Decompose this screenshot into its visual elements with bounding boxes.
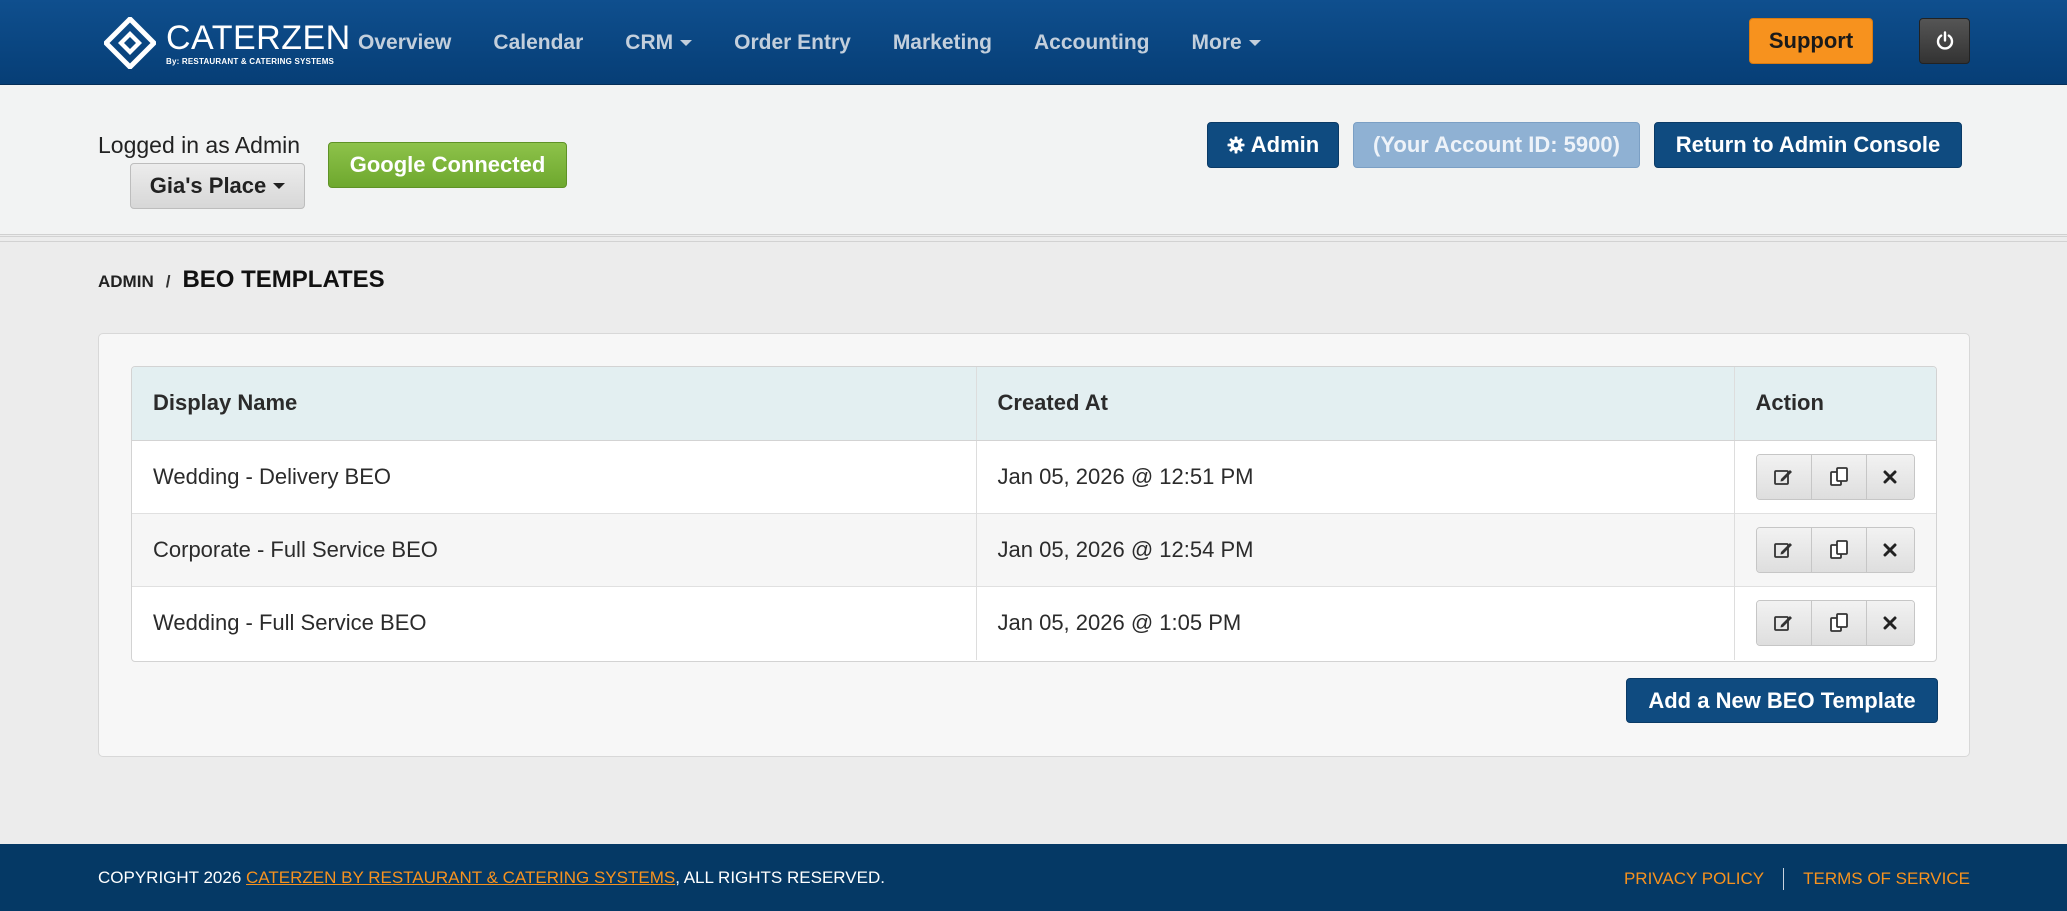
- nav-item-calendar[interactable]: Calendar: [493, 31, 583, 55]
- delete-button[interactable]: [1866, 454, 1914, 499]
- delete-button[interactable]: [1866, 527, 1914, 572]
- nav-item-label: Accounting: [1034, 30, 1150, 54]
- nav-item-more[interactable]: More: [1192, 31, 1261, 55]
- copy-icon: [1829, 539, 1848, 559]
- table-header-row: Display Name Created At Action: [132, 367, 1936, 441]
- edit-icon: [1773, 469, 1792, 485]
- table-row: Wedding - Full Service BEO Jan 05, 2026 …: [132, 586, 1936, 660]
- copyright-prefix: COPYRIGHT 2026: [98, 868, 247, 887]
- caret-down-icon: [1248, 39, 1261, 46]
- admin-button[interactable]: Admin: [1207, 122, 1339, 168]
- edit-button[interactable]: [1756, 601, 1812, 646]
- support-button[interactable]: Support: [1749, 18, 1873, 64]
- google-connected-button[interactable]: Google Connected: [328, 142, 567, 188]
- nav-item-marketing[interactable]: Marketing: [893, 31, 992, 55]
- template-display-name: Wedding - Delivery BEO: [132, 440, 977, 513]
- action-button-group: [1755, 600, 1915, 647]
- nav-item-label: Calendar: [493, 30, 584, 54]
- footer: COPYRIGHT 2026 CATERZEN BY RESTAURANT & …: [0, 844, 2067, 911]
- logged-in-label: Logged in as Admin: [98, 132, 301, 158]
- template-created-at: Jan 05, 2026 @ 12:51 PM: [976, 440, 1735, 513]
- beo-templates-panel: Display Name Created At Action Wedding -…: [98, 333, 1970, 757]
- nav-item-label: Order Entry: [734, 30, 851, 54]
- top-navbar: CATERZEN By: RESTAURANT & CATERING SYSTE…: [0, 0, 2067, 85]
- caterzen-company-link[interactable]: CATERZEN BY RESTAURANT & CATERING SYSTEM…: [246, 868, 675, 887]
- breadcrumb-separator: /: [165, 272, 171, 291]
- nav-item-label: CRM: [625, 30, 674, 54]
- power-icon: [1936, 31, 1953, 50]
- table-row: Wedding - Delivery BEO Jan 05, 2026 @ 12…: [132, 440, 1936, 513]
- template-created-at: Jan 05, 2026 @ 1:05 PM: [976, 586, 1735, 660]
- logo-mark-icon: [104, 17, 156, 69]
- caret-down-icon: [680, 39, 693, 46]
- return-to-admin-console-button[interactable]: Return to Admin Console: [1654, 122, 1962, 168]
- nav-item-accounting[interactable]: Accounting: [1034, 31, 1150, 55]
- copy-icon: [1829, 466, 1848, 486]
- admin-button-label: Admin: [1250, 132, 1320, 157]
- caterzen-logo[interactable]: CATERZEN By: RESTAURANT & CATERING SYSTE…: [104, 16, 350, 70]
- copyright-suffix: , ALL RIGHTS RESERVED.: [675, 868, 885, 887]
- delete-icon: [1883, 543, 1897, 556]
- edit-button[interactable]: [1756, 527, 1812, 572]
- brand-name: CATERZEN: [166, 18, 351, 57]
- account-name: Gia's Place: [149, 173, 267, 198]
- terms-of-service-link[interactable]: TERMS OF SERVICE: [1803, 869, 1970, 889]
- nav-item-crm[interactable]: CRM: [625, 30, 693, 55]
- nav-item-label: Marketing: [892, 30, 992, 54]
- row-actions: [1734, 513, 1936, 586]
- breadcrumb: ADMIN / BEO TEMPLATES: [98, 266, 385, 294]
- add-beo-template-button[interactable]: Add a New BEO Template: [1626, 678, 1938, 723]
- breadcrumb-admin-link[interactable]: ADMIN: [98, 272, 154, 292]
- nav-item-overview[interactable]: Overview: [358, 31, 451, 55]
- edit-icon: [1773, 542, 1792, 558]
- nav-item-label: Overview: [358, 30, 452, 54]
- column-header-display-name: Display Name: [132, 367, 977, 441]
- table-row: Corporate - Full Service BEO Jan 05, 202…: [132, 513, 1936, 586]
- template-display-name: Corporate - Full Service BEO: [132, 513, 977, 586]
- action-button-group: [1755, 453, 1915, 500]
- beo-templates-table: Display Name Created At Action Wedding -…: [131, 366, 1937, 662]
- logout-button[interactable]: [1919, 18, 1970, 64]
- nav-item-label: More: [1191, 30, 1242, 54]
- delete-icon: [1883, 470, 1897, 483]
- delete-button[interactable]: [1866, 601, 1914, 646]
- duplicate-button[interactable]: [1811, 454, 1867, 499]
- nav-item-order-entry[interactable]: Order Entry: [734, 31, 851, 55]
- gear-icon: [1227, 136, 1245, 154]
- footer-links: PRIVACY POLICY TERMS OF SERVICE: [1624, 868, 1970, 890]
- copy-icon: [1829, 613, 1848, 633]
- template-display-name: Wedding - Full Service BEO: [132, 586, 977, 660]
- copyright-text: COPYRIGHT 2026 CATERZEN BY RESTAURANT & …: [98, 868, 885, 888]
- row-actions: [1734, 586, 1936, 660]
- edit-button[interactable]: [1756, 454, 1812, 499]
- page-title: BEO TEMPLATES: [182, 266, 385, 293]
- duplicate-button[interactable]: [1811, 527, 1867, 572]
- delete-icon: [1883, 616, 1897, 630]
- account-header: Logged in as Admin Gia's Place Google Co…: [0, 85, 2067, 242]
- footer-divider: [1783, 868, 1785, 890]
- column-header-created-at: Created At: [976, 367, 1735, 441]
- row-actions: [1734, 440, 1936, 513]
- template-created-at: Jan 05, 2026 @ 12:54 PM: [976, 513, 1735, 586]
- account-id-badge: (Your Account ID: 5900): [1353, 122, 1640, 168]
- brand-tagline: By: RESTAURANT & CATERING SYSTEMS: [166, 56, 335, 66]
- duplicate-button[interactable]: [1811, 601, 1867, 646]
- caret-down-icon: [273, 183, 286, 189]
- action-button-group: [1755, 526, 1915, 573]
- privacy-policy-link[interactable]: PRIVACY POLICY: [1624, 869, 1764, 889]
- edit-icon: [1773, 616, 1792, 632]
- column-header-action: Action: [1734, 367, 1936, 441]
- main-nav: Overview Calendar CRM Order Entry Market…: [358, 0, 1303, 85]
- account-select-dropdown[interactable]: Gia's Place: [130, 163, 305, 209]
